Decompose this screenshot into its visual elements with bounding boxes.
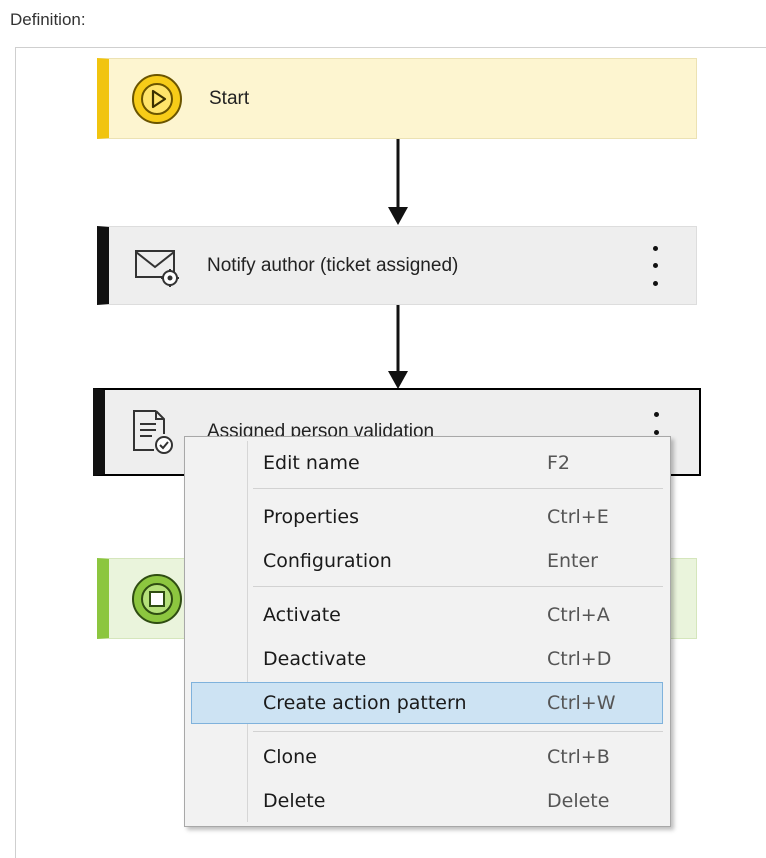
connector-arrow	[388, 139, 408, 225]
menu-item-shortcut: Ctrl+E	[547, 506, 609, 528]
menu-item-shortcut: F2	[547, 452, 571, 474]
menu-item-deactivate[interactable]: Deactivate Ctrl+D	[191, 641, 663, 677]
menu-separator	[253, 488, 663, 489]
document-check-icon	[123, 404, 179, 460]
menu-item-shortcut: Ctrl+A	[547, 604, 610, 626]
menu-item-shortcut: Ctrl+W	[547, 692, 616, 714]
definition-label: Definition:	[10, 10, 86, 29]
menu-item-edit-name[interactable]: Edit name F2	[191, 445, 663, 481]
email-settings-icon	[129, 238, 185, 294]
menu-item-label: Edit name	[263, 452, 360, 474]
stop-icon	[129, 571, 185, 627]
node-label: Notify author (ticket assigned)	[207, 254, 459, 276]
menu-item-label: Clone	[263, 746, 317, 768]
menu-item-activate[interactable]: Activate Ctrl+A	[191, 597, 663, 633]
menu-item-shortcut: Ctrl+D	[547, 648, 612, 670]
menu-item-label: Configuration	[263, 550, 392, 572]
menu-item-label: Activate	[263, 604, 341, 626]
menu-item-label: Create action pattern	[263, 692, 467, 714]
menu-item-configuration[interactable]: Configuration Enter	[191, 543, 663, 579]
workflow-node-start[interactable]: Start	[97, 58, 697, 139]
menu-item-label: Delete	[263, 790, 326, 812]
menu-item-delete[interactable]: Delete Delete	[191, 783, 663, 819]
menu-item-shortcut: Ctrl+B	[547, 746, 610, 768]
node-options-icon[interactable]	[650, 245, 660, 286]
context-menu: Edit name F2 Properties Ctrl+E Configura…	[184, 436, 671, 827]
menu-item-clone[interactable]: Clone Ctrl+B	[191, 739, 663, 775]
menu-item-shortcut: Enter	[547, 550, 598, 572]
menu-item-shortcut: Delete	[547, 790, 610, 812]
menu-item-label: Deactivate	[263, 648, 367, 670]
menu-separator	[253, 586, 663, 587]
workflow-node-notify-author[interactable]: Notify author (ticket assigned)	[97, 226, 697, 305]
play-icon	[129, 71, 185, 127]
menu-item-properties[interactable]: Properties Ctrl+E	[191, 499, 663, 535]
menu-item-create-action-pattern[interactable]: Create action pattern Ctrl+W	[191, 682, 663, 724]
menu-item-label: Properties	[263, 506, 360, 528]
menu-separator	[253, 731, 663, 732]
connector-arrow	[388, 305, 408, 389]
node-label: Start	[209, 87, 250, 109]
